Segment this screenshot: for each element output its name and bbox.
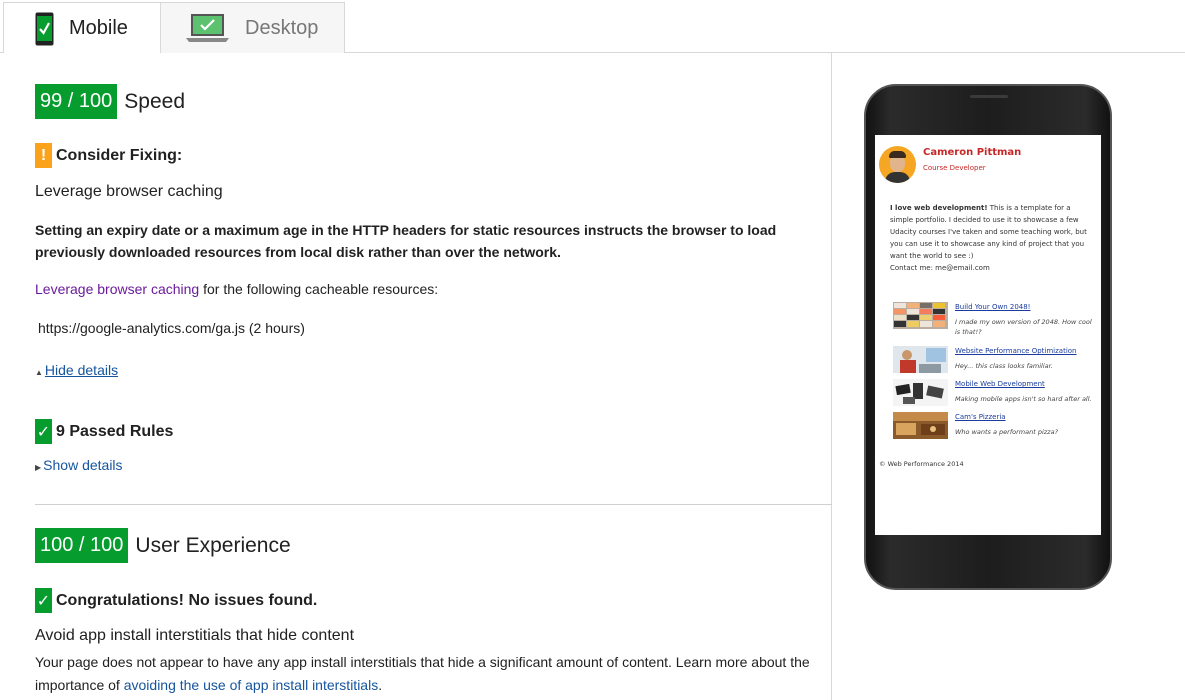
congrats-header: ✓ Congratulations! No issues found.: [35, 588, 317, 613]
interstitials-link[interactable]: avoiding the use of app install intersti…: [124, 677, 378, 693]
leverage-caching-link[interactable]: Leverage browser caching: [35, 281, 199, 297]
preview-panel: Cameron Pittman Course Developer I love …: [833, 53, 1185, 700]
ux-title: User Experience: [135, 533, 291, 557]
ux-desc-end: .: [378, 677, 383, 693]
project-thumbnail: [893, 379, 948, 406]
preview-footer: © Web Performance 2014: [879, 460, 964, 468]
warning-icon: !: [35, 143, 52, 168]
project-thumbnail: [893, 412, 948, 439]
hide-details-link[interactable]: Hide details: [45, 362, 118, 378]
laptop-icon: [186, 14, 229, 42]
results-panel: 99 / 100 Speed ! Consider Fixing: Levera…: [0, 53, 832, 700]
preview-project-desc: Making mobile apps isn't so hard after a…: [955, 395, 1092, 403]
rule-name: Leverage browser caching: [35, 183, 223, 200]
preview-contact: Contact me: me@email.com: [890, 264, 990, 272]
tab-mobile[interactable]: Mobile: [3, 2, 161, 54]
preview-project-desc: I made my own version of 2048. How cool …: [955, 318, 1092, 336]
cache-resources-intro: Leverage browser caching for the followi…: [35, 281, 438, 297]
ux-rule-description: Your page does not appear to have any ap…: [35, 651, 815, 697]
avatar: [879, 146, 916, 183]
preview-bio-bold: I love web development!: [890, 204, 988, 212]
show-details-link[interactable]: Show details: [43, 457, 122, 473]
triangle-right-icon: ▶: [35, 463, 42, 472]
phone-frame: Cameron Pittman Course Developer I love …: [864, 84, 1112, 590]
show-details-toggle[interactable]: ▶ Show details: [35, 457, 123, 473]
section-divider: [35, 504, 832, 505]
passed-rules-label: 9 Passed Rules: [56, 422, 174, 440]
tab-desktop[interactable]: Desktop: [161, 2, 345, 53]
preview-project-title[interactable]: Mobile Web Development: [955, 380, 1045, 388]
preview-project-title[interactable]: Cam's Pizzeria: [955, 413, 1006, 421]
speed-score-row: 99 / 100 Speed: [35, 84, 185, 119]
tab-mobile-label: Mobile: [69, 17, 128, 39]
rule-description: Setting an expiry date or a maximum age …: [35, 222, 777, 260]
checkmark-icon: ✓: [35, 588, 52, 613]
device-tab-bar: Mobile Desktop: [0, 0, 1185, 54]
resource-item: https://google-analytics.com/ga.js (2 ho…: [38, 320, 305, 336]
triangle-up-icon: ▲: [35, 368, 43, 377]
consider-fixing-label: Consider Fixing:: [56, 146, 183, 164]
cache-resources-suffix: for the following cacheable resources:: [199, 281, 439, 297]
project-thumbnail: [893, 302, 948, 329]
phone-speaker: [970, 95, 1008, 98]
preview-project-title[interactable]: Website Performance Optimization: [955, 347, 1077, 355]
preview-bio-text: This is a template for a simple portfoli…: [890, 204, 1087, 260]
speed-score-badge: 99 / 100: [35, 84, 118, 119]
ux-score-badge: 100 / 100: [35, 528, 129, 563]
preview-project-title[interactable]: Build Your Own 2048!: [955, 303, 1030, 311]
preview-project-desc: Who wants a performant pizza?: [955, 428, 1059, 436]
checkmark-icon: ✓: [35, 419, 52, 444]
preview-name: Cameron Pittman: [923, 147, 1022, 158]
preview-role: Course Developer: [923, 164, 986, 172]
passed-rules-header: ✓ 9 Passed Rules: [35, 419, 173, 444]
preview-bio: I love web development! This is a templa…: [890, 202, 1090, 274]
page-screenshot: Cameron Pittman Course Developer I love …: [875, 135, 1101, 535]
mobile-phone-icon: [35, 12, 54, 45]
congrats-label: Congratulations! No issues found.: [56, 591, 318, 609]
project-thumbnail: [893, 346, 948, 373]
ux-rule-name: Avoid app install interstitials that hid…: [35, 627, 355, 644]
consider-fixing-header: ! Consider Fixing:: [35, 143, 182, 168]
speed-title: Speed: [124, 89, 186, 113]
tab-desktop-label: Desktop: [245, 16, 319, 39]
ux-score-row: 100 / 100 User Experience: [35, 528, 291, 563]
preview-project-desc: Hey... this class looks familiar.: [955, 362, 1053, 370]
hide-details-toggle[interactable]: ▲ Hide details: [35, 362, 118, 378]
